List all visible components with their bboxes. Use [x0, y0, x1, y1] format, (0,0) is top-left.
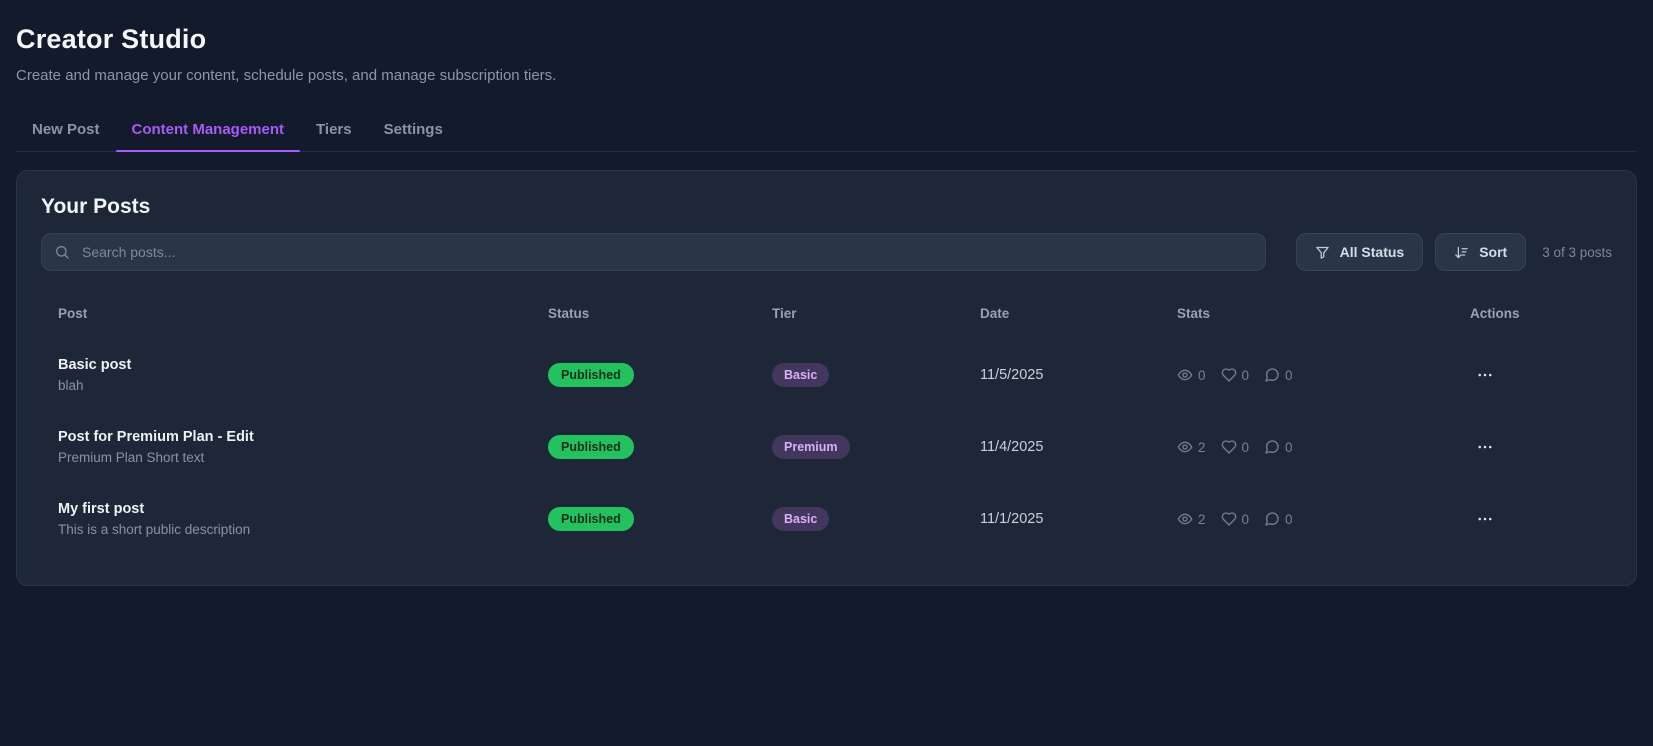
tier-cell: Basic	[755, 363, 963, 387]
ellipsis-icon	[1476, 510, 1494, 528]
date-cell: 11/4/2025	[963, 439, 1160, 455]
status-filter-label: All Status	[1340, 244, 1405, 260]
comment-icon	[1264, 439, 1280, 455]
tier-cell: Premium	[755, 435, 963, 459]
stats-cell: 2 0 0	[1160, 439, 1453, 455]
ellipsis-icon	[1476, 438, 1494, 456]
table-header-row: Post Status Tier Date Stats Actions	[41, 287, 1612, 339]
sort-button[interactable]: Sort	[1435, 233, 1526, 271]
tier-cell: Basic	[755, 507, 963, 531]
views-count: 0	[1198, 368, 1206, 383]
likes-stat: 0	[1221, 439, 1250, 455]
comments-count: 0	[1285, 440, 1293, 455]
tab-content-management[interactable]: Content Management	[116, 112, 301, 151]
comment-icon	[1264, 367, 1280, 383]
table-row: Post for Premium Plan - Edit Premium Pla…	[41, 411, 1612, 483]
tab-new-post[interactable]: New Post	[16, 112, 116, 151]
search-input[interactable]	[41, 233, 1266, 271]
more-options-button[interactable]	[1470, 432, 1500, 462]
status-badge: Published	[548, 435, 634, 459]
likes-count: 0	[1242, 368, 1250, 383]
eye-icon	[1177, 511, 1193, 527]
more-options-button[interactable]	[1470, 504, 1500, 534]
your-posts-card: Your Posts All Status Sort 3 of	[16, 170, 1637, 586]
sort-descending-icon	[1454, 245, 1469, 260]
column-header-date: Date	[963, 306, 1160, 321]
heart-icon	[1221, 511, 1237, 527]
stats-cell: 0 0 0	[1160, 367, 1453, 383]
status-cell: Published	[531, 363, 755, 387]
eye-icon	[1177, 367, 1193, 383]
tab-settings[interactable]: Settings	[368, 112, 459, 151]
views-count: 2	[1198, 512, 1206, 527]
status-badge: Published	[548, 363, 634, 387]
actions-cell	[1453, 432, 1612, 462]
post-description: Premium Plan Short text	[58, 450, 531, 465]
card-title: Your Posts	[41, 195, 1612, 219]
post-title: My first post	[58, 501, 531, 517]
tab-tiers[interactable]: Tiers	[300, 112, 368, 151]
table-row: Basic post blah Published Basic 11/5/202…	[41, 339, 1612, 411]
likes-count: 0	[1242, 512, 1250, 527]
column-header-tier: Tier	[755, 306, 963, 321]
filter-icon	[1315, 245, 1330, 260]
comments-stat: 0	[1264, 367, 1293, 383]
views-stat: 2	[1177, 511, 1206, 527]
tier-badge: Basic	[772, 363, 829, 387]
tier-badge: Premium	[772, 435, 850, 459]
post-title: Basic post	[58, 357, 531, 373]
views-count: 2	[1198, 440, 1206, 455]
actions-cell	[1453, 360, 1612, 390]
actions-cell	[1453, 504, 1612, 534]
column-header-status: Status	[531, 306, 755, 321]
search-icon	[54, 244, 70, 260]
post-title: Post for Premium Plan - Edit	[58, 429, 531, 445]
tab-bar: New Post Content Management Tiers Settin…	[16, 112, 1637, 152]
comments-stat: 0	[1264, 439, 1293, 455]
status-cell: Published	[531, 507, 755, 531]
likes-stat: 0	[1221, 511, 1250, 527]
date-cell: 11/5/2025	[963, 367, 1160, 383]
status-filter-button[interactable]: All Status	[1296, 233, 1424, 271]
tier-badge: Basic	[772, 507, 829, 531]
creator-studio-page: Creator Studio Create and manage your co…	[0, 0, 1653, 586]
posts-count-text: 3 of 3 posts	[1542, 245, 1612, 260]
likes-stat: 0	[1221, 367, 1250, 383]
status-cell: Published	[531, 435, 755, 459]
more-options-button[interactable]	[1470, 360, 1500, 390]
comments-count: 0	[1285, 368, 1293, 383]
sort-button-label: Sort	[1479, 244, 1507, 260]
heart-icon	[1221, 439, 1237, 455]
comment-icon	[1264, 511, 1280, 527]
views-stat: 0	[1177, 367, 1206, 383]
search-wrapper	[41, 233, 1266, 271]
column-header-stats: Stats	[1160, 306, 1453, 321]
likes-count: 0	[1242, 440, 1250, 455]
eye-icon	[1177, 439, 1193, 455]
table-row: My first post This is a short public des…	[41, 483, 1612, 555]
page-subtitle: Create and manage your content, schedule…	[16, 67, 1637, 84]
comments-stat: 0	[1264, 511, 1293, 527]
page-title: Creator Studio	[16, 24, 1637, 55]
posts-toolbar: All Status Sort 3 of 3 posts	[41, 233, 1612, 271]
column-header-actions: Actions	[1453, 306, 1612, 321]
ellipsis-icon	[1476, 366, 1494, 384]
post-description: This is a short public description	[58, 522, 531, 537]
column-header-post: Post	[41, 306, 531, 321]
post-cell: Post for Premium Plan - Edit Premium Pla…	[41, 429, 531, 465]
posts-table: Post Status Tier Date Stats Actions Basi…	[41, 287, 1612, 555]
post-cell: Basic post blah	[41, 357, 531, 393]
date-cell: 11/1/2025	[963, 511, 1160, 527]
comments-count: 0	[1285, 512, 1293, 527]
stats-cell: 2 0 0	[1160, 511, 1453, 527]
views-stat: 2	[1177, 439, 1206, 455]
heart-icon	[1221, 367, 1237, 383]
post-cell: My first post This is a short public des…	[41, 501, 531, 537]
post-description: blah	[58, 378, 531, 393]
status-badge: Published	[548, 507, 634, 531]
